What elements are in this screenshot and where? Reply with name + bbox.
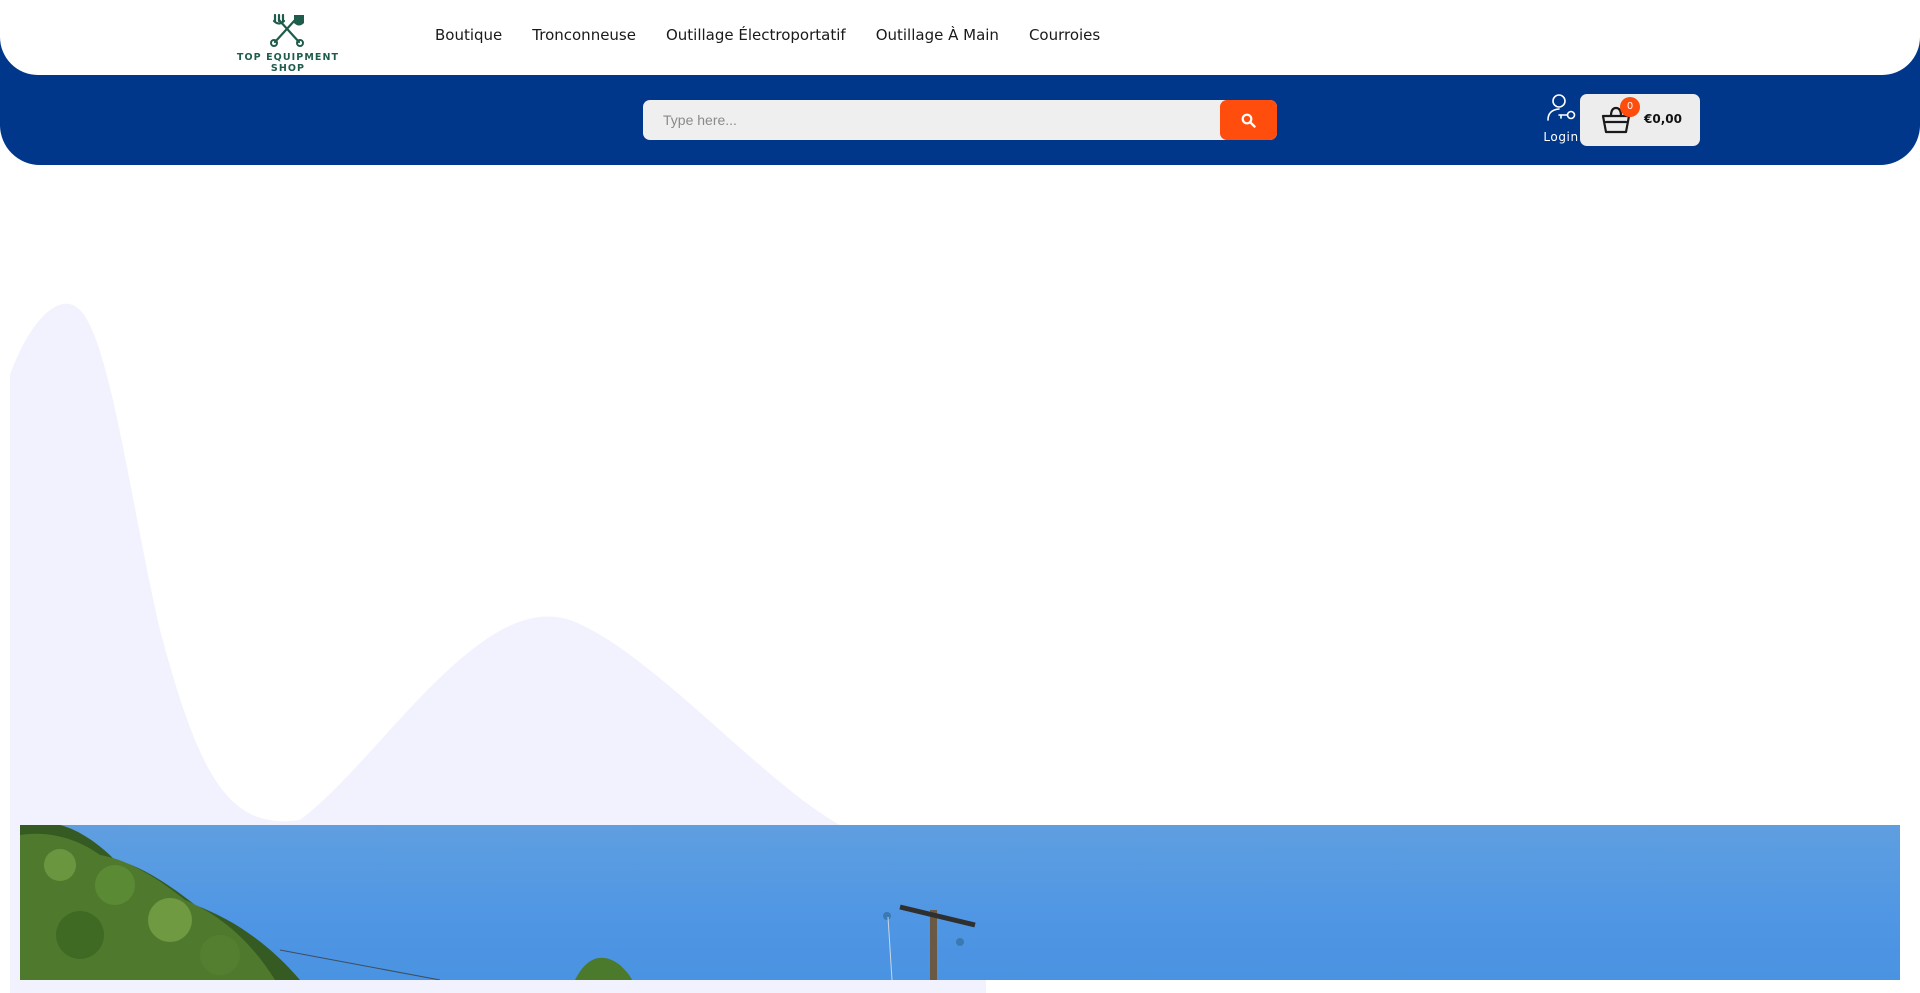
nav-item-outillage-electroportatif[interactable]: Outillage Électroportatif [666,26,846,44]
cart-button[interactable]: 0 €0,00 [1580,94,1700,146]
nav-item-courroies[interactable]: Courroies [1029,26,1100,44]
site-logo[interactable]: TOP EQUIPMENT SHOP [222,12,354,74]
logo-text: TOP EQUIPMENT SHOP [236,52,340,74]
login-link[interactable]: Login [1541,92,1581,146]
top-navigation-bar: TOP EQUIPMENT SHOP Boutique Tronconneuse… [0,0,1920,75]
nav-item-outillage-a-main[interactable]: Outillage À Main [876,26,999,44]
search-bar [643,100,1277,140]
cart-total: €0,00 [1644,112,1682,126]
main-menu: Boutique Tronconneuse Outillage Électrop… [435,26,1130,44]
hero-banner-image [20,825,1900,980]
outdoor-scene-image [20,825,976,980]
user-key-icon [1547,94,1576,121]
search-input[interactable] [643,100,1220,140]
nav-item-tronconneuse[interactable]: Tronconneuse [532,26,636,44]
search-button[interactable] [1220,100,1277,140]
wave-bottom-strip [20,980,986,993]
login-label: Login [1543,130,1579,144]
search-icon [1241,113,1256,128]
shovel-fork-logo-icon [270,13,304,47]
cart-count-badge: 0 [1620,97,1640,117]
nav-item-boutique[interactable]: Boutique [435,26,502,44]
